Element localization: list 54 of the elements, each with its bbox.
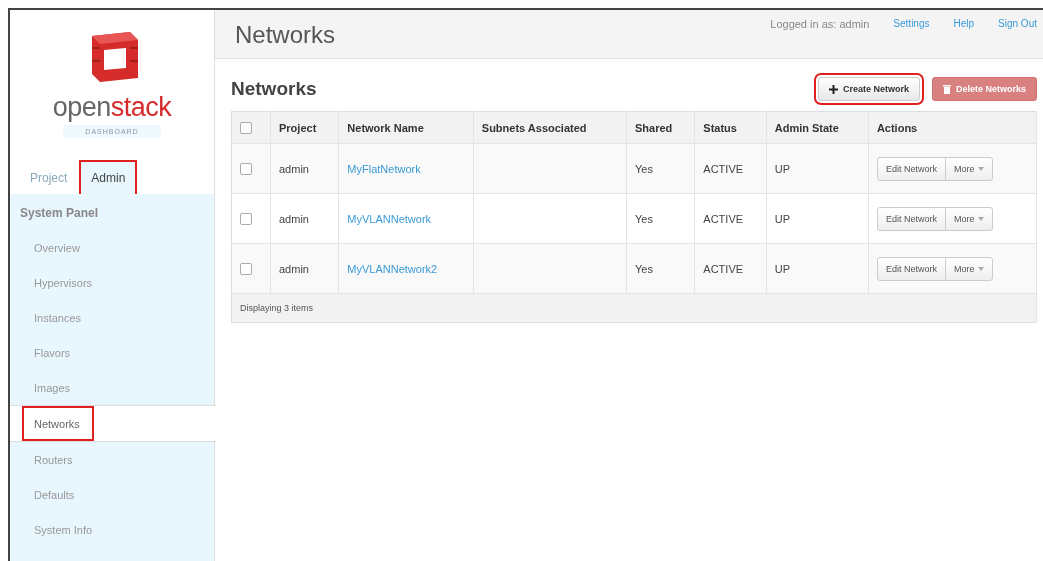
caret-icon (978, 166, 985, 171)
row-checkbox[interactable] (240, 262, 252, 275)
network-link[interactable]: MyVLANNetwork2 (347, 262, 438, 275)
more-dropdown-button[interactable]: More (944, 207, 993, 230)
caret-icon (978, 266, 985, 271)
sidebar-item[interactable]: Images (10, 370, 214, 405)
column-header: Network Name (338, 111, 474, 144)
logo-wordmark: openstack (52, 92, 172, 123)
sidebar-item[interactable]: System Info (10, 512, 214, 547)
column-header: Admin State (766, 111, 869, 144)
table-cell: ACTIVE (694, 143, 767, 194)
sidebar-item[interactable]: Instances (10, 300, 214, 335)
table-cell: Yes (626, 143, 695, 194)
column-header: Project (270, 111, 339, 144)
sidebar-item[interactable]: Hypervisors (10, 265, 214, 300)
panel-heading: System Panel (19, 205, 100, 222)
sidebar-item[interactable]: Overview (10, 230, 214, 265)
network-link[interactable]: MyVLANNetwork (347, 212, 432, 225)
column-header: Status (694, 111, 767, 144)
table-cell: Yes (626, 243, 695, 294)
row-checkbox[interactable] (240, 212, 252, 225)
dashboard-tab[interactable]: Project (20, 162, 78, 194)
table-cell: UP (766, 143, 869, 194)
table-cell: ACTIVE (694, 243, 767, 294)
logged-in-label: Logged in as: admin (770, 18, 870, 30)
sidebar-item[interactable]: Defaults (10, 477, 214, 512)
page-title: Networks (235, 21, 336, 49)
table-cell: UP (766, 243, 869, 294)
header-link[interactable]: Sign Out (998, 18, 1037, 30)
table-cell: admin (270, 243, 339, 294)
delete-network-button[interactable]: Delete Networks (931, 77, 1037, 101)
column-header: Actions (868, 111, 1037, 144)
edit-network-button[interactable]: Edit Network (877, 207, 945, 230)
section-title: Networks (231, 78, 317, 100)
select-all-checkbox[interactable] (240, 121, 252, 134)
sidebar-item[interactable]: Routers (10, 442, 214, 477)
column-header: Subnets Associated (473, 111, 627, 144)
edit-network-button[interactable]: Edit Network (877, 157, 945, 180)
column-header: Shared (626, 111, 695, 144)
header-link[interactable]: Help (953, 18, 975, 30)
row-checkbox[interactable] (240, 162, 252, 175)
header-link[interactable]: Settings (893, 18, 930, 30)
dashboard-tab[interactable]: Admin (81, 162, 136, 194)
more-dropdown-button[interactable]: More (944, 157, 993, 180)
more-dropdown-button[interactable]: More (944, 257, 993, 280)
network-link[interactable]: MyFlatNetwork (347, 162, 421, 175)
edit-network-button[interactable]: Edit Network (877, 257, 945, 280)
table-footer: Displaying 3 items (231, 293, 1037, 323)
sidebar-item[interactable]: Networks (22, 406, 94, 441)
plus-icon (828, 84, 838, 94)
trash-icon (942, 84, 951, 94)
sidebar-item[interactable]: Flavors (10, 335, 214, 370)
table-cell: admin (270, 143, 339, 194)
caret-icon (978, 216, 985, 221)
